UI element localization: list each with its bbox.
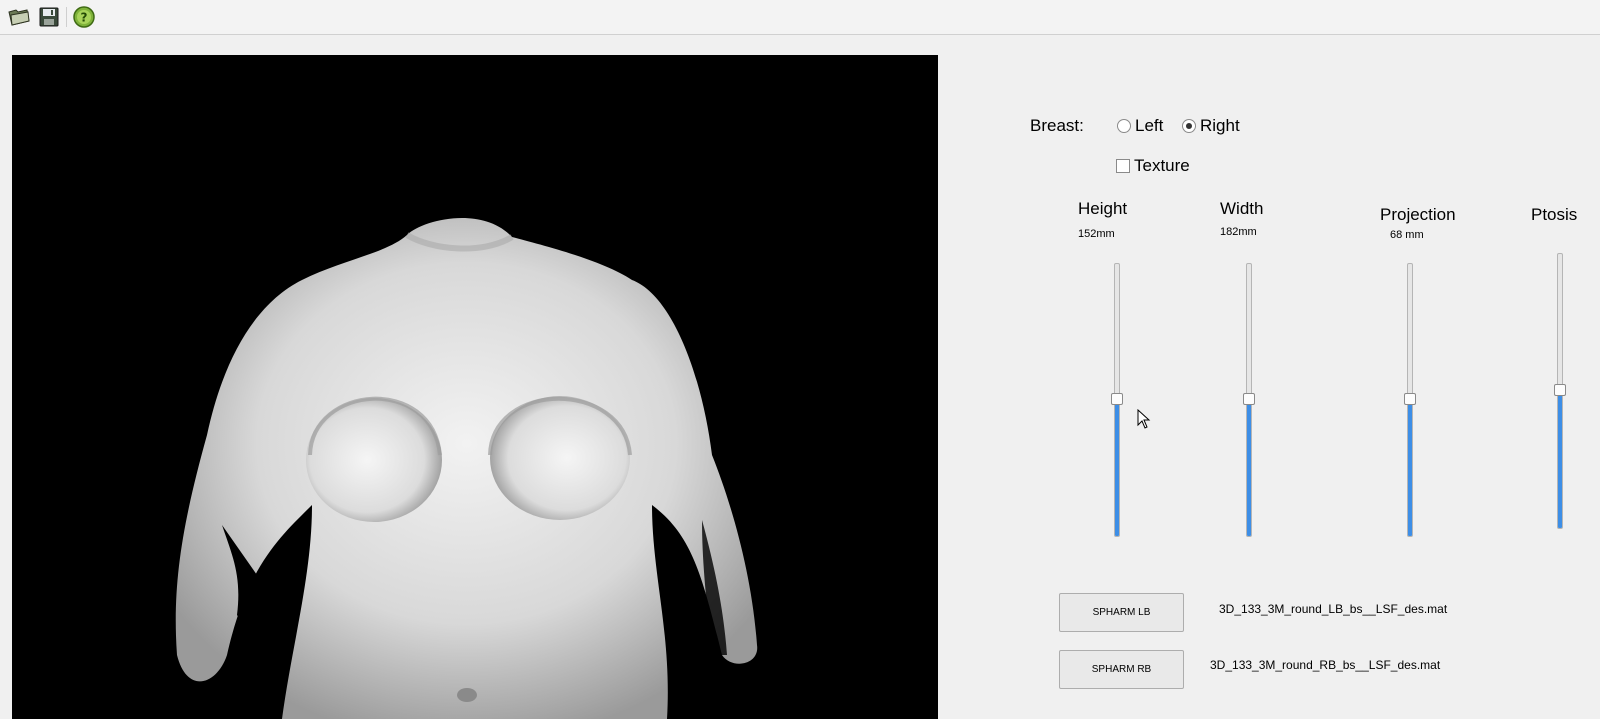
save-icon[interactable] bbox=[37, 5, 61, 29]
texture-label: Texture bbox=[1134, 156, 1190, 175]
height-value: 152mm bbox=[1078, 228, 1115, 240]
radio-left[interactable] bbox=[1117, 119, 1131, 133]
projection-slider-fill bbox=[1408, 400, 1412, 536]
projection-slider-handle[interactable] bbox=[1404, 393, 1416, 405]
width-value: 182mm bbox=[1220, 226, 1257, 238]
mouse-cursor-icon bbox=[1137, 408, 1151, 434]
ptosis-slider-handle[interactable] bbox=[1554, 384, 1566, 396]
help-icon[interactable]: ? bbox=[72, 5, 96, 29]
ptosis-title: Ptosis bbox=[1531, 205, 1578, 224]
radio-right[interactable] bbox=[1182, 119, 1196, 133]
width-slider-handle[interactable] bbox=[1243, 393, 1255, 405]
torso-model-render bbox=[175, 218, 758, 719]
width-slider-fill bbox=[1247, 400, 1251, 536]
projection-title: Projection bbox=[1380, 205, 1456, 224]
projection-value: 68 mm bbox=[1390, 229, 1424, 241]
toolbar: ? bbox=[0, 0, 1600, 35]
svg-text:?: ? bbox=[81, 11, 88, 25]
toolbar-separator bbox=[66, 7, 67, 27]
spharm-rb-button[interactable]: SPHARM RB bbox=[1059, 650, 1184, 689]
texture-checkbox[interactable] bbox=[1116, 159, 1130, 173]
spharm-lb-button[interactable]: SPHARM LB bbox=[1059, 593, 1184, 632]
3d-viewport[interactable] bbox=[12, 55, 938, 719]
lb-file-name: 3D_133_3M_round_LB_bs__LSF_des.mat bbox=[1219, 602, 1448, 616]
radio-right-label: Right bbox=[1200, 116, 1240, 135]
breast-label: Breast: bbox=[1030, 116, 1084, 135]
height-title: Height bbox=[1078, 199, 1128, 218]
open-folder-icon[interactable] bbox=[7, 5, 31, 29]
width-title: Width bbox=[1220, 199, 1264, 218]
ptosis-slider-fill bbox=[1558, 391, 1562, 528]
height-slider-handle[interactable] bbox=[1111, 393, 1123, 405]
height-slider-fill bbox=[1115, 400, 1119, 536]
radio-left-label: Left bbox=[1135, 116, 1164, 135]
rb-file-name: 3D_133_3M_round_RB_bs__LSF_des.mat bbox=[1210, 658, 1441, 672]
